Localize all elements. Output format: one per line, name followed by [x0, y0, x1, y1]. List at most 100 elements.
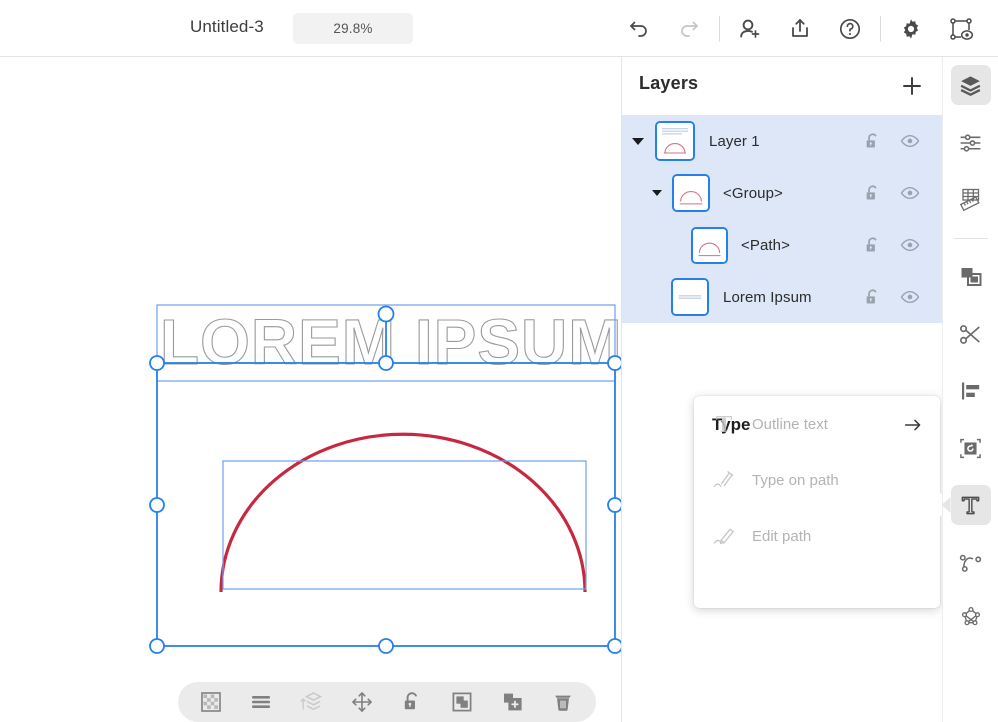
share-export-icon [792, 18, 808, 37]
lock-toggle-lorem-ipsum[interactable] [862, 287, 882, 307]
menu-item-edit-path[interactable]: Edit path [694, 508, 940, 564]
handle-top-center[interactable] [378, 355, 394, 371]
layer-actions-lorem-ipsum [862, 287, 920, 307]
preview-button[interactable] [936, 4, 986, 54]
unlock-icon [404, 692, 417, 710]
layer-actions-path [862, 235, 920, 255]
visibility-toggle-path[interactable] [900, 235, 920, 255]
invite-button[interactable] [725, 4, 775, 54]
unlock-icon [866, 132, 877, 148]
rail-active-caret [941, 497, 951, 513]
handle-bottom-center[interactable] [378, 638, 394, 654]
align-lines-icon [252, 696, 271, 708]
checkerboard-icon [201, 692, 221, 712]
duplicate-button[interactable] [495, 687, 531, 717]
layer-name-layer-1: Layer 1 [709, 132, 760, 150]
layer-row-path[interactable]: <Path> [622, 219, 942, 271]
rail-ruler-button[interactable] [951, 179, 991, 219]
handle-top-left[interactable] [149, 355, 165, 371]
add-user-icon [740, 19, 760, 38]
undo-button[interactable] [614, 4, 664, 54]
handle-middle-left[interactable] [149, 497, 165, 513]
layer-row-lorem-ipsum[interactable]: Lorem Ipsum [622, 271, 942, 323]
group-button[interactable] [444, 687, 480, 717]
help-circle-icon [839, 18, 861, 39]
delete-button[interactable] [545, 687, 581, 717]
unlock-icon [866, 288, 877, 304]
rail-transform-button[interactable] [951, 428, 991, 468]
lock-button[interactable] [394, 687, 430, 717]
share-button[interactable] [775, 4, 825, 54]
layer-name-path: <Path> [741, 236, 790, 254]
layer-thumbnail-group [672, 174, 710, 212]
layer-list: Layer 1 <Group> <Path> Lorem Ipsum [622, 115, 942, 323]
layers-panel: Layers Layer 1 <Group> <Path> Lorem Ipsu… [622, 57, 942, 722]
app-root: Untitled-3 29.8% LOREM IPSUM Layers Laye… [0, 0, 998, 722]
arch-path-shape [219, 432, 587, 593]
rail-properties-button[interactable] [951, 122, 991, 162]
ruler-grid-icon [959, 188, 980, 212]
layer-row-layer-1[interactable]: Layer 1 [622, 115, 942, 167]
layer-order-icon [300, 692, 322, 711]
scissors-icon [959, 324, 980, 344]
rotation-handle[interactable] [377, 305, 395, 323]
outline-text-icon [712, 412, 736, 436]
handle-middle-right[interactable] [607, 497, 622, 513]
edit-path-icon [712, 524, 736, 548]
rail-type-button[interactable] [941, 485, 991, 525]
rail-pen-button[interactable] [951, 542, 991, 582]
rail-shapes-button[interactable] [951, 599, 991, 639]
handle-bottom-left[interactable] [149, 638, 165, 654]
eye-icon [900, 290, 920, 304]
unlock-icon [866, 184, 877, 200]
layer-row-group[interactable]: <Group> [622, 167, 942, 219]
handle-top-right[interactable] [607, 355, 622, 371]
layer-thumbnail-layer-1 [655, 121, 695, 161]
transform-icon [960, 438, 981, 458]
pen-path-icon [959, 554, 982, 572]
menu-item-type-on-path[interactable]: Type on path [694, 452, 940, 508]
toolbar-separator-2 [880, 15, 881, 42]
arrange-order-button[interactable] [294, 687, 330, 717]
preview-path-icon [950, 17, 974, 40]
plus-icon [903, 77, 921, 95]
layers-stack-icon [960, 75, 981, 96]
lock-toggle-group[interactable] [862, 183, 882, 203]
add-layer-button[interactable] [896, 70, 928, 102]
layers-panel-header: Layers [622, 57, 942, 115]
document-title: Untitled-3 [190, 17, 264, 36]
visibility-toggle-group[interactable] [900, 183, 920, 203]
arrange-icon [961, 268, 981, 286]
layer-actions-group [862, 183, 920, 203]
redo-button[interactable] [664, 4, 714, 54]
help-button[interactable] [825, 4, 875, 54]
opacity-button[interactable] [193, 687, 229, 717]
rail-align-button[interactable] [951, 371, 991, 411]
move-arrows-icon [352, 692, 372, 712]
canvas-area[interactable]: LOREM IPSUM [0, 57, 622, 722]
visibility-toggle-lorem-ipsum[interactable] [900, 287, 920, 307]
zoom-level-field[interactable]: 29.8% [293, 13, 413, 44]
lock-toggle-path[interactable] [862, 235, 882, 255]
arch-thumb-icon [693, 228, 726, 262]
rail-arrange-button[interactable] [951, 257, 991, 297]
group-icon [452, 692, 472, 712]
rail-layers-button[interactable] [950, 65, 991, 105]
settings-button[interactable] [886, 4, 936, 54]
gear-icon [903, 18, 919, 39]
menu-item-outline-text[interactable]: Outline text [694, 396, 940, 452]
move-button[interactable] [344, 687, 380, 717]
sliders-icon [960, 133, 981, 152]
eye-icon [900, 238, 920, 252]
handle-bottom-right[interactable] [607, 638, 622, 654]
align-button[interactable] [243, 687, 279, 717]
rail-cut-button[interactable] [951, 314, 991, 354]
visibility-toggle-layer-1[interactable] [900, 131, 920, 151]
trash-icon [555, 695, 571, 711]
layer-twisty-layer-1[interactable] [632, 137, 644, 145]
text-line-thumb-icon [673, 280, 707, 314]
layer-twisty-group[interactable] [652, 190, 662, 196]
rail-separator [953, 238, 988, 239]
lock-toggle-layer-1[interactable] [862, 131, 882, 151]
type-t-icon [961, 496, 980, 514]
